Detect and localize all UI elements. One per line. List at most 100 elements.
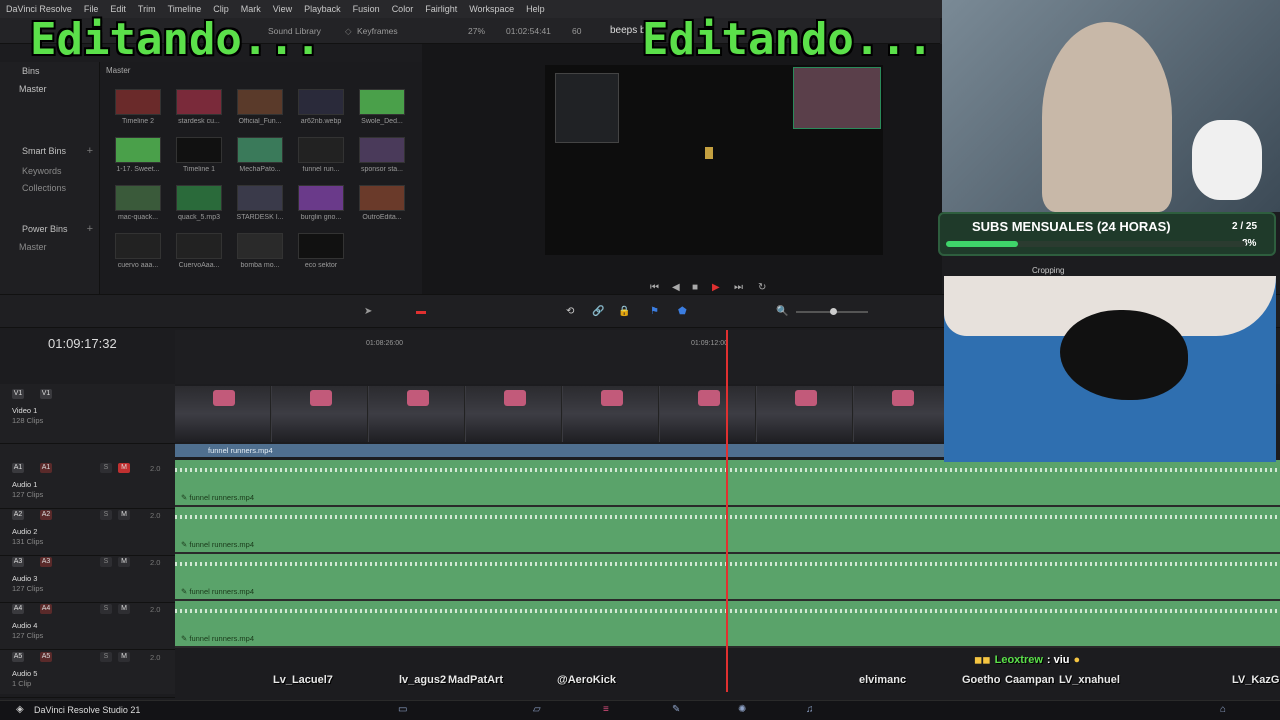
home-icon[interactable]: ⌂ [1220, 704, 1226, 715]
keyframes-button[interactable]: Keyframes [357, 26, 398, 36]
select-tool-icon[interactable]: ➤ [364, 306, 372, 317]
menu-app[interactable]: DaVinci Resolve [6, 4, 72, 14]
fps-value: 60 [572, 26, 582, 36]
track-id[interactable]: A4 [12, 604, 24, 614]
zoom-icon[interactable]: 🔍 [776, 306, 788, 317]
media-clip[interactable]: Timeline 1 [175, 137, 223, 173]
step-back-icon[interactable]: ◀ [672, 282, 680, 293]
menu-view[interactable]: View [273, 4, 292, 14]
track-id[interactable]: A1 [12, 463, 24, 473]
media-clip[interactable]: Timeline 2 [114, 89, 162, 125]
mute-button[interactable]: M [118, 652, 130, 662]
bin-master[interactable]: Master [19, 84, 47, 94]
track-dest[interactable]: A3 [40, 557, 52, 567]
menu-clip[interactable]: Clip [213, 4, 229, 14]
menu-mark[interactable]: Mark [241, 4, 261, 14]
media-clip[interactable]: burglin gno... [297, 185, 345, 221]
solo-button[interactable]: S [100, 463, 112, 473]
linked-selection-icon[interactable]: 🔗 [592, 306, 604, 317]
solo-button[interactable]: S [100, 652, 112, 662]
smart-bin-collections[interactable]: Collections [22, 183, 66, 193]
solo-button[interactable]: S [100, 604, 112, 614]
media-clip[interactable]: Swole_Ded... [358, 89, 406, 125]
media-clip[interactable]: mac-quack... [114, 185, 162, 221]
fairlight-page-icon[interactable]: ♫ [806, 704, 814, 715]
cut-page-icon[interactable]: ▱ [533, 704, 541, 715]
menu-trim[interactable]: Trim [138, 4, 156, 14]
video-track-v1[interactable] [175, 386, 950, 442]
media-page-icon[interactable]: ▭ [398, 704, 407, 715]
menu-fairlight[interactable]: Fairlight [425, 4, 457, 14]
add-power-bin-icon[interactable]: + [87, 223, 93, 235]
clip-thumbnail [298, 137, 344, 163]
media-clip[interactable]: OutroEdita... [358, 185, 406, 221]
skip-forward-icon[interactable]: ⏭ [734, 282, 743, 293]
zoom-slider-handle[interactable] [830, 308, 837, 315]
menu-timeline[interactable]: Timeline [168, 4, 202, 14]
solo-button[interactable]: S [100, 557, 112, 567]
media-clip[interactable]: STARDESK I... [236, 185, 284, 221]
menu-playback[interactable]: Playback [304, 4, 341, 14]
video-clip-bar[interactable]: funnel runners.mp4 [175, 444, 945, 457]
add-smart-bin-icon[interactable]: + [87, 145, 93, 157]
marker-icon[interactable]: ⬟ [678, 306, 687, 317]
flag-icon[interactable]: ⚑ [650, 306, 659, 317]
color-page-icon[interactable]: ✺ [738, 704, 746, 715]
mute-button[interactable]: M [118, 604, 130, 614]
edit-page-icon[interactable]: ≡ [603, 704, 609, 715]
media-clip[interactable]: eco sektor [297, 233, 345, 269]
track-dest-v1[interactable]: V1 [40, 389, 52, 399]
media-clip[interactable]: ar62nb.webp [297, 89, 345, 125]
blade-tool-icon[interactable]: ▬ [416, 306, 426, 317]
snapping-icon[interactable]: ⟲ [566, 306, 574, 317]
taskbar-app-label[interactable]: DaVinci Resolve Studio 21 [34, 705, 140, 715]
skip-back-icon[interactable]: ⏮ [650, 282, 659, 293]
viewer-name: MadPatArt [448, 674, 504, 686]
menu-fusion[interactable]: Fusion [353, 4, 380, 14]
stop-icon[interactable]: ■ [692, 282, 698, 293]
track-dest[interactable]: A2 [40, 510, 52, 520]
viewer-name: LV_KazG [1232, 674, 1280, 686]
menu-file[interactable]: File [84, 4, 99, 14]
media-clip[interactable]: stardesk cu... [175, 89, 223, 125]
clip-thumbnail [298, 233, 344, 259]
mute-button[interactable]: M [118, 510, 130, 520]
media-clip[interactable]: 1-17. Sweet... [114, 137, 162, 173]
media-clip[interactable]: MechaPato... [236, 137, 284, 173]
media-clip[interactable]: quack_5.mp3 [175, 185, 223, 221]
mute-button[interactable]: M [118, 557, 130, 567]
media-clip[interactable]: Official_Fun... [236, 89, 284, 125]
track-id[interactable]: A2 [12, 510, 24, 520]
resolve-logo-icon[interactable]: ◈ [16, 704, 24, 715]
lock-icon[interactable]: 🔒 [618, 306, 630, 317]
smart-bin-keywords[interactable]: Keywords [22, 166, 62, 176]
track-id-v1[interactable]: V1 [12, 389, 24, 399]
mute-button[interactable]: M [118, 463, 130, 473]
play-icon[interactable]: ▶ [712, 282, 720, 293]
track-dest[interactable]: A5 [40, 652, 52, 662]
menu-color[interactable]: Color [392, 4, 414, 14]
media-clip[interactable]: cuervo aaa... [114, 233, 162, 269]
fusion-page-icon[interactable]: ✎ [672, 704, 680, 715]
media-clip[interactable]: funnel run... [297, 137, 345, 173]
media-clip[interactable]: bomba mo... [236, 233, 284, 269]
clip-thumbnail [237, 89, 283, 115]
viewer-webcam-inset [793, 67, 881, 129]
zoom-level[interactable]: 27% [468, 26, 485, 36]
track-id[interactable]: A3 [12, 557, 24, 567]
smart-bins-header: Smart Bins [22, 146, 67, 156]
media-clip[interactable]: CuervoAaa... [175, 233, 223, 269]
menu-edit[interactable]: Edit [110, 4, 126, 14]
track-dest[interactable]: A4 [40, 604, 52, 614]
track-dest[interactable]: A1 [40, 463, 52, 473]
menu-workspace[interactable]: Workspace [469, 4, 514, 14]
loop-icon[interactable]: ↻ [758, 282, 766, 293]
power-bin-master[interactable]: Master [19, 242, 47, 252]
subs-goal-count: 2 / 25 [1232, 221, 1258, 232]
menu-help[interactable]: Help [526, 4, 545, 14]
viewer-frame[interactable] [545, 65, 883, 255]
playhead[interactable] [726, 330, 728, 692]
track-id[interactable]: A5 [12, 652, 24, 662]
media-clip[interactable]: sponsor sta... [358, 137, 406, 173]
solo-button[interactable]: S [100, 510, 112, 520]
